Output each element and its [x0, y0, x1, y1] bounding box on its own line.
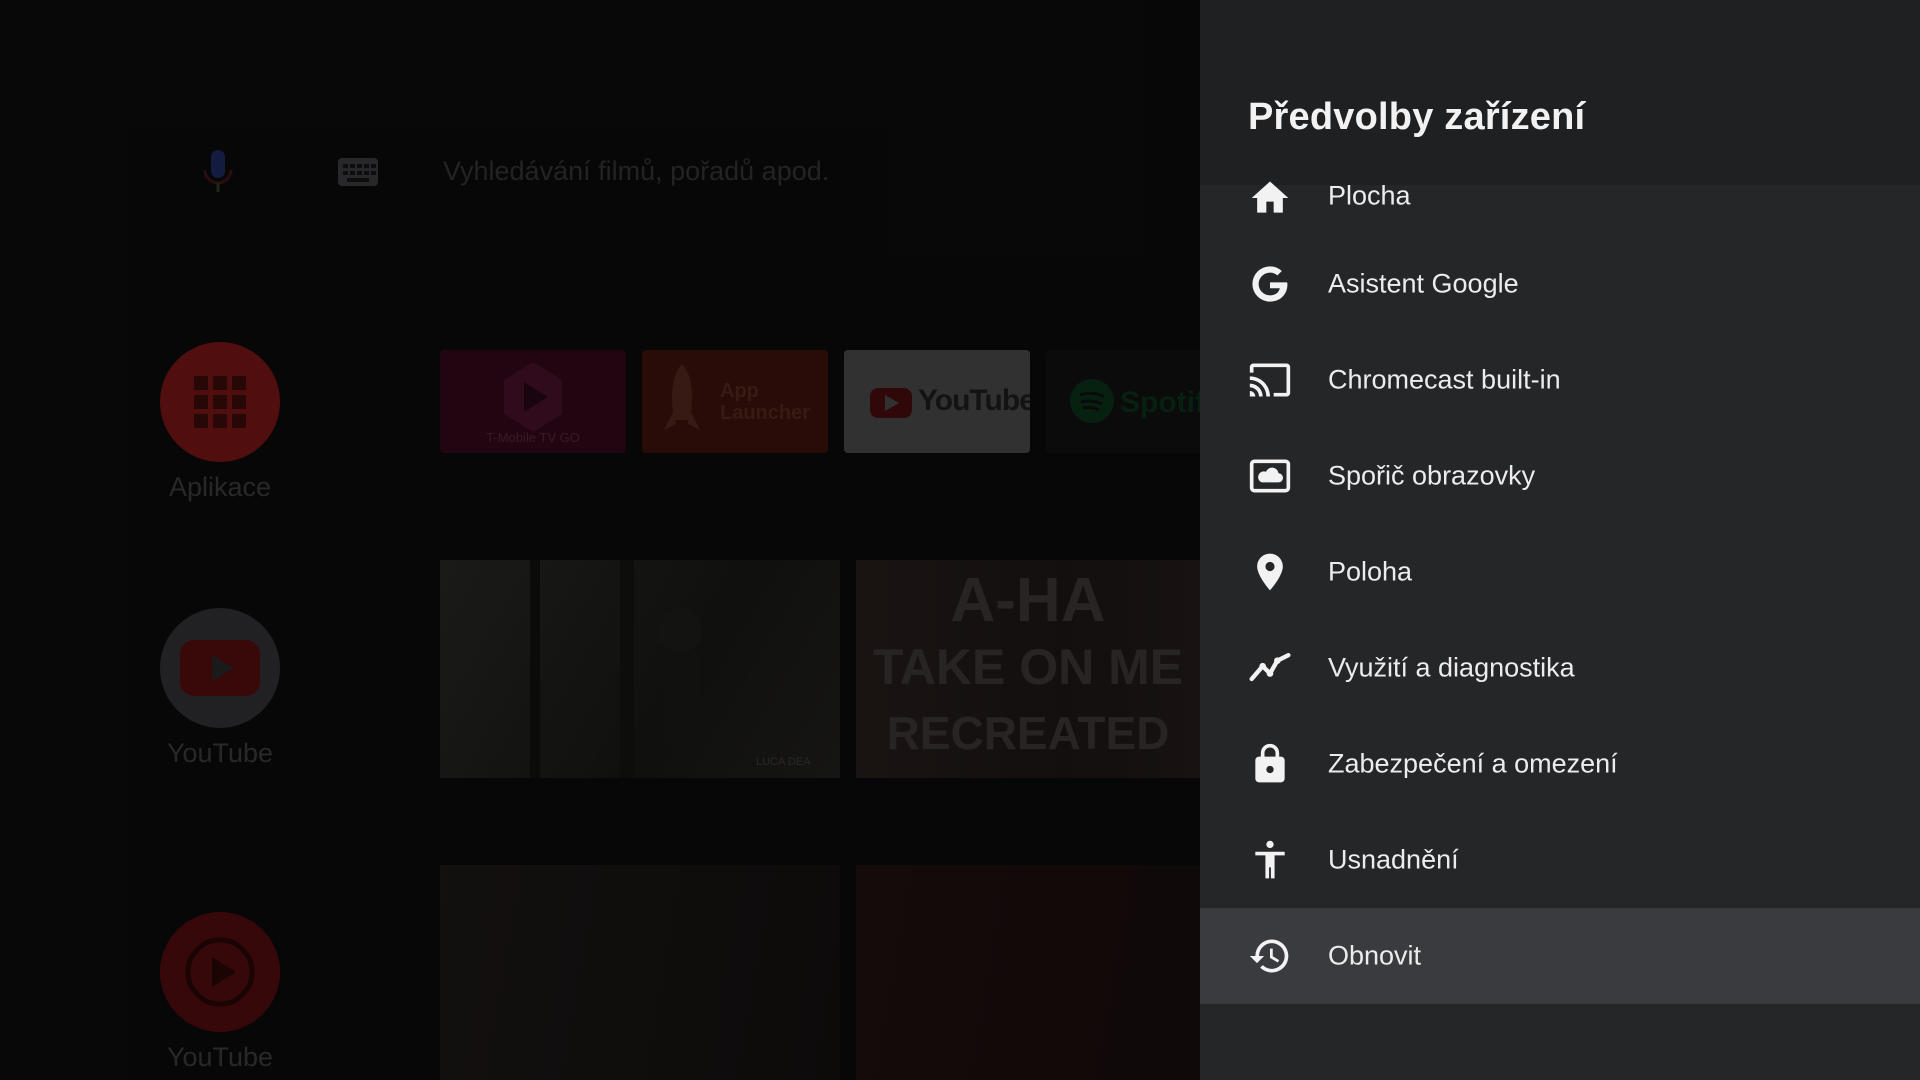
video-thumbnail-forest[interactable]: LUCA DEA	[440, 560, 840, 778]
video-title-text: A-HA TAKE ON ME RECREATED	[872, 566, 1184, 760]
tile-spotify-text: Spotif	[1120, 386, 1200, 419]
lock-icon	[1248, 742, 1292, 786]
cast-icon	[1248, 358, 1292, 402]
tile-launcher-text: App Launcher	[720, 380, 811, 424]
tile-spotify[interactable]: Spotif	[1046, 350, 1200, 453]
menu-item-label: Obnovit	[1328, 940, 1422, 971]
keyboard-icon[interactable]	[338, 158, 378, 186]
home-icon	[1248, 176, 1292, 220]
tile-caption: T-Mobile TV GO	[486, 430, 580, 445]
video-thumbnail-art	[530, 560, 702, 778]
tile-youtube[interactable]: YouTube	[844, 350, 1030, 453]
menu-item-sporic-obrazovky[interactable]: Spořič obrazovky	[1200, 428, 1920, 524]
menu-item-label: Poloha	[1328, 556, 1413, 587]
menu-item-zabezpeceni[interactable]: Zabezpečení a omezení	[1200, 716, 1920, 812]
side-app-label: Aplikace	[168, 472, 272, 502]
tile-tmobile-tv-go[interactable]: T-Mobile TV GO	[440, 350, 626, 453]
menu-item-vyuziti-diagnostika[interactable]: Využití a diagnostika	[1200, 620, 1920, 716]
apps-grid-icon	[160, 342, 280, 462]
menu-item-label: Asistent Google	[1328, 268, 1519, 299]
location-pin-icon	[1248, 550, 1292, 594]
panel-title: Předvolby zařízení	[1248, 96, 1586, 138]
accessibility-icon	[1248, 838, 1292, 882]
video-thumbnail-2[interactable]	[440, 865, 840, 1080]
menu-item-obnovit[interactable]: Obnovit	[1200, 908, 1920, 1004]
menu-item-plocha[interactable]: Plocha	[1200, 158, 1920, 236]
youtube-play-icon	[160, 912, 280, 1032]
video-thumbnail-3[interactable]	[856, 865, 1200, 1080]
search-hint[interactable]: Vyhledávání filmů, pořadů apod.	[443, 156, 829, 187]
tile-app-launcher[interactable]: App Launcher	[642, 350, 828, 453]
menu-item-label: Zabezpečení a omezení	[1328, 748, 1618, 779]
menu-item-asistent-google[interactable]: Asistent Google	[1200, 236, 1920, 332]
preferences-menu: Plocha Asistent Google Chromecast built-…	[1200, 158, 1920, 1004]
side-app-label: YouTube	[166, 1042, 274, 1072]
google-icon	[1248, 262, 1292, 306]
menu-item-chromecast[interactable]: Chromecast built-in	[1200, 332, 1920, 428]
usage-diagnostics-icon	[1248, 646, 1292, 690]
microphone-icon[interactable]	[198, 148, 238, 196]
device-preferences-panel: Předvolby zařízení Plocha Asistent Googl…	[1200, 0, 1920, 1080]
menu-item-label: Využití a diagnostika	[1328, 652, 1575, 683]
youtube-icon	[160, 608, 280, 728]
menu-item-poloha[interactable]: Poloha	[1200, 524, 1920, 620]
tile-youtube-text: YouTube	[918, 384, 1030, 417]
side-app-youtube[interactable]: YouTube	[160, 608, 280, 769]
home-screen-background: Vyhledávání filmů, pořadů apod. Aplikace…	[0, 0, 1200, 1080]
video-credit: LUCA DEA	[756, 756, 811, 768]
menu-item-label: Chromecast built-in	[1328, 364, 1561, 395]
menu-item-label: Plocha	[1328, 180, 1411, 211]
side-app-aplikace[interactable]: Aplikace	[160, 342, 280, 503]
side-app-label: YouTube	[166, 738, 274, 768]
menu-item-label: Spořič obrazovky	[1328, 460, 1536, 491]
menu-item-label: Usnadnění	[1328, 844, 1459, 875]
screensaver-icon	[1248, 454, 1292, 498]
video-thumbnail-a-ha[interactable]: A-HA TAKE ON ME RECREATED	[856, 560, 1200, 778]
reset-history-icon	[1248, 934, 1292, 978]
menu-item-usnadneni[interactable]: Usnadnění	[1200, 812, 1920, 908]
side-app-youtube-tv[interactable]: YouTube	[160, 912, 280, 1073]
